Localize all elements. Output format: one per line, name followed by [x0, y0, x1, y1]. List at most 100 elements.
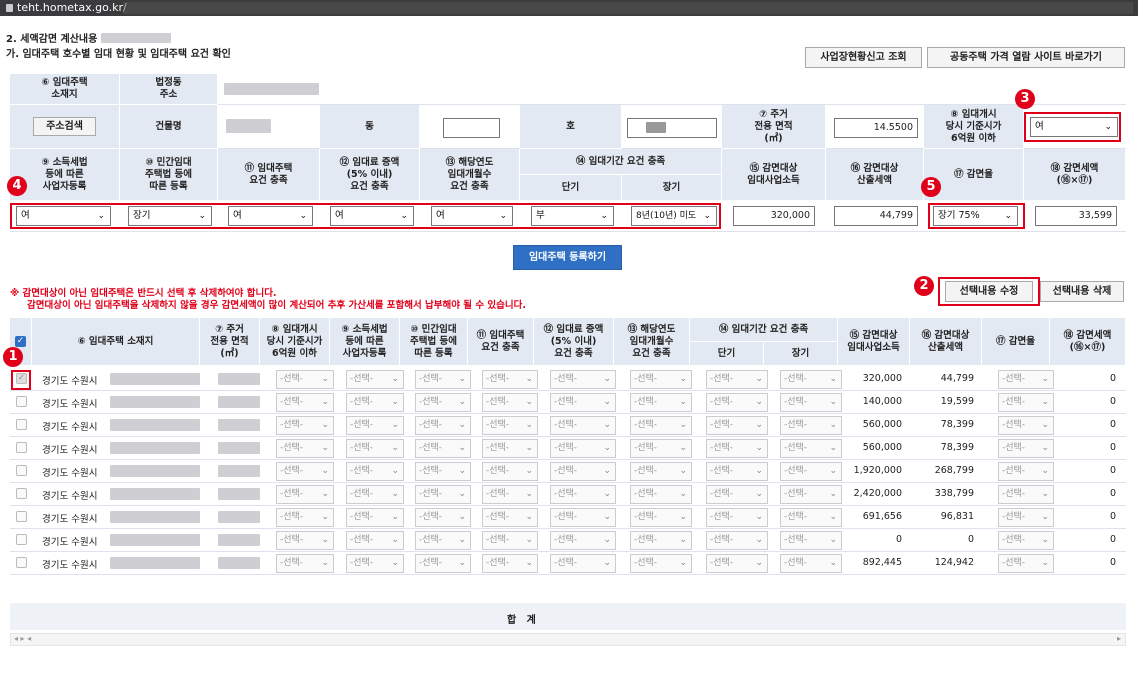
- row-select[interactable]: -선택- ⌄: [780, 370, 842, 389]
- row-select[interactable]: -선택- ⌄: [415, 416, 471, 435]
- row-select[interactable]: -선택- ⌄: [550, 416, 616, 435]
- row-select[interactable]: -선택- ⌄: [550, 393, 616, 412]
- row-select[interactable]: -선택- ⌄: [780, 554, 842, 573]
- row-select[interactable]: -선택- ⌄: [482, 485, 538, 504]
- row-select[interactable]: -선택- ⌄: [550, 485, 616, 504]
- row-select[interactable]: -선택- ⌄: [998, 370, 1054, 389]
- row-select[interactable]: -선택- ⌄: [550, 531, 616, 550]
- row-checkbox[interactable]: [16, 534, 27, 545]
- row-select[interactable]: -선택- ⌄: [346, 416, 404, 435]
- row-select[interactable]: -선택- ⌄: [276, 508, 334, 527]
- row-checkbox[interactable]: [16, 488, 27, 499]
- row-select[interactable]: -선택- ⌄: [415, 531, 471, 550]
- row-select[interactable]: -선택- ⌄: [276, 485, 334, 504]
- row-select[interactable]: -선택- ⌄: [706, 531, 768, 550]
- horizontal-scrollbar[interactable]: ◂ ▸ ◂ ▸: [10, 633, 1126, 646]
- edit-selected-button[interactable]: 선택내용 수정: [945, 281, 1033, 302]
- row-select[interactable]: -선택- ⌄: [630, 485, 692, 504]
- row-select[interactable]: -선택- ⌄: [346, 485, 404, 504]
- row-select[interactable]: -선택- ⌄: [998, 439, 1054, 458]
- row-select[interactable]: -선택- ⌄: [550, 462, 616, 481]
- row-select[interactable]: -선택- ⌄: [346, 370, 404, 389]
- row-select[interactable]: -선택- ⌄: [482, 393, 538, 412]
- row-select[interactable]: -선택- ⌄: [415, 439, 471, 458]
- dong-input[interactable]: [443, 118, 500, 138]
- row-select[interactable]: -선택- ⌄: [780, 485, 842, 504]
- row-select[interactable]: -선택- ⌄: [780, 439, 842, 458]
- row-select[interactable]: -선택- ⌄: [550, 554, 616, 573]
- row-select[interactable]: -선택- ⌄: [630, 554, 692, 573]
- row-select[interactable]: -선택- ⌄: [706, 554, 768, 573]
- row-select[interactable]: -선택- ⌄: [482, 462, 538, 481]
- row-select[interactable]: -선택- ⌄: [346, 508, 404, 527]
- row-select[interactable]: -선택- ⌄: [550, 439, 616, 458]
- row-select[interactable]: -선택- ⌄: [482, 531, 538, 550]
- row-select[interactable]: -선택- ⌄: [415, 462, 471, 481]
- row-select[interactable]: -선택- ⌄: [415, 554, 471, 573]
- row-select[interactable]: -선택- ⌄: [780, 508, 842, 527]
- row-checkbox[interactable]: [16, 442, 27, 453]
- row-select[interactable]: -선택- ⌄: [482, 554, 538, 573]
- row-select[interactable]: -선택- ⌄: [780, 531, 842, 550]
- row-select[interactable]: -선택- ⌄: [998, 531, 1054, 550]
- price-site-button[interactable]: 공동주택 가격 열람 사이트 바로가기: [927, 47, 1125, 68]
- row-select[interactable]: -선택- ⌄: [276, 439, 334, 458]
- row-select[interactable]: -선택- ⌄: [706, 370, 768, 389]
- row-checkbox[interactable]: [16, 465, 27, 476]
- row-select[interactable]: -선택- ⌄: [998, 416, 1054, 435]
- row-select[interactable]: -선택- ⌄: [780, 462, 842, 481]
- row-select[interactable]: -선택- ⌄: [550, 508, 616, 527]
- row-select[interactable]: -선택- ⌄: [998, 485, 1054, 504]
- register-button[interactable]: 임대주택 등록하기: [513, 245, 622, 270]
- row-select[interactable]: -선택- ⌄: [346, 393, 404, 412]
- row-select[interactable]: -선택- ⌄: [630, 370, 692, 389]
- row-select[interactable]: -선택- ⌄: [706, 416, 768, 435]
- row-select[interactable]: -선택- ⌄: [346, 462, 404, 481]
- area-input[interactable]: 14.5500: [834, 118, 918, 138]
- select-all-checkbox[interactable]: ✓: [15, 336, 26, 347]
- row-select[interactable]: -선택- ⌄: [276, 370, 334, 389]
- row-select[interactable]: -선택- ⌄: [706, 485, 768, 504]
- row-select[interactable]: -선택- ⌄: [482, 416, 538, 435]
- row-select[interactable]: -선택- ⌄: [415, 485, 471, 504]
- row-select[interactable]: -선택- ⌄: [630, 462, 692, 481]
- row-select[interactable]: -선택- ⌄: [415, 508, 471, 527]
- row-select[interactable]: -선택- ⌄: [780, 416, 842, 435]
- row-checkbox[interactable]: [16, 557, 27, 568]
- row-select[interactable]: -선택- ⌄: [415, 393, 471, 412]
- scroll-left-icon[interactable]: ◂ ▸ ◂: [14, 634, 31, 643]
- reduction-amount-input[interactable]: 33,599: [1035, 206, 1117, 226]
- row-checkbox[interactable]: [16, 511, 27, 522]
- row-select[interactable]: -선택- ⌄: [780, 393, 842, 412]
- scroll-right-icon[interactable]: ▸: [1117, 634, 1121, 643]
- row-select[interactable]: -선택- ⌄: [998, 508, 1054, 527]
- row-select[interactable]: -선택- ⌄: [630, 393, 692, 412]
- row-select[interactable]: -선택- ⌄: [630, 531, 692, 550]
- row-select[interactable]: -선택- ⌄: [706, 393, 768, 412]
- row-select[interactable]: -선택- ⌄: [998, 393, 1054, 412]
- row-select[interactable]: -선택- ⌄: [276, 416, 334, 435]
- row-checkbox[interactable]: [16, 396, 27, 407]
- row-select[interactable]: -선택- ⌄: [482, 370, 538, 389]
- row-select[interactable]: -선택- ⌄: [630, 439, 692, 458]
- business-report-button[interactable]: 사업장현황신고 조회: [805, 47, 922, 68]
- ho-input[interactable]: [627, 118, 717, 138]
- calc-tax-input[interactable]: 44,799: [834, 206, 918, 226]
- row-select[interactable]: -선택- ⌄: [276, 531, 334, 550]
- row-select[interactable]: -선택- ⌄: [482, 439, 538, 458]
- row-select[interactable]: -선택- ⌄: [276, 554, 334, 573]
- row-select[interactable]: -선택- ⌄: [630, 416, 692, 435]
- row-select[interactable]: -선택- ⌄: [706, 462, 768, 481]
- row-select[interactable]: -선택- ⌄: [630, 508, 692, 527]
- delete-selected-button[interactable]: 선택내용 삭제: [1040, 281, 1124, 302]
- row-select[interactable]: -선택- ⌄: [706, 508, 768, 527]
- row-select[interactable]: -선택- ⌄: [276, 393, 334, 412]
- row-select[interactable]: -선택- ⌄: [550, 370, 616, 389]
- row-select[interactable]: -선택- ⌄: [998, 462, 1054, 481]
- row-select[interactable]: -선택- ⌄: [276, 462, 334, 481]
- row-select[interactable]: -선택- ⌄: [998, 554, 1054, 573]
- row-select[interactable]: -선택- ⌄: [482, 508, 538, 527]
- row-checkbox[interactable]: [16, 419, 27, 430]
- address-search-button[interactable]: 주소검색: [33, 117, 96, 136]
- income-input[interactable]: 320,000: [733, 206, 815, 226]
